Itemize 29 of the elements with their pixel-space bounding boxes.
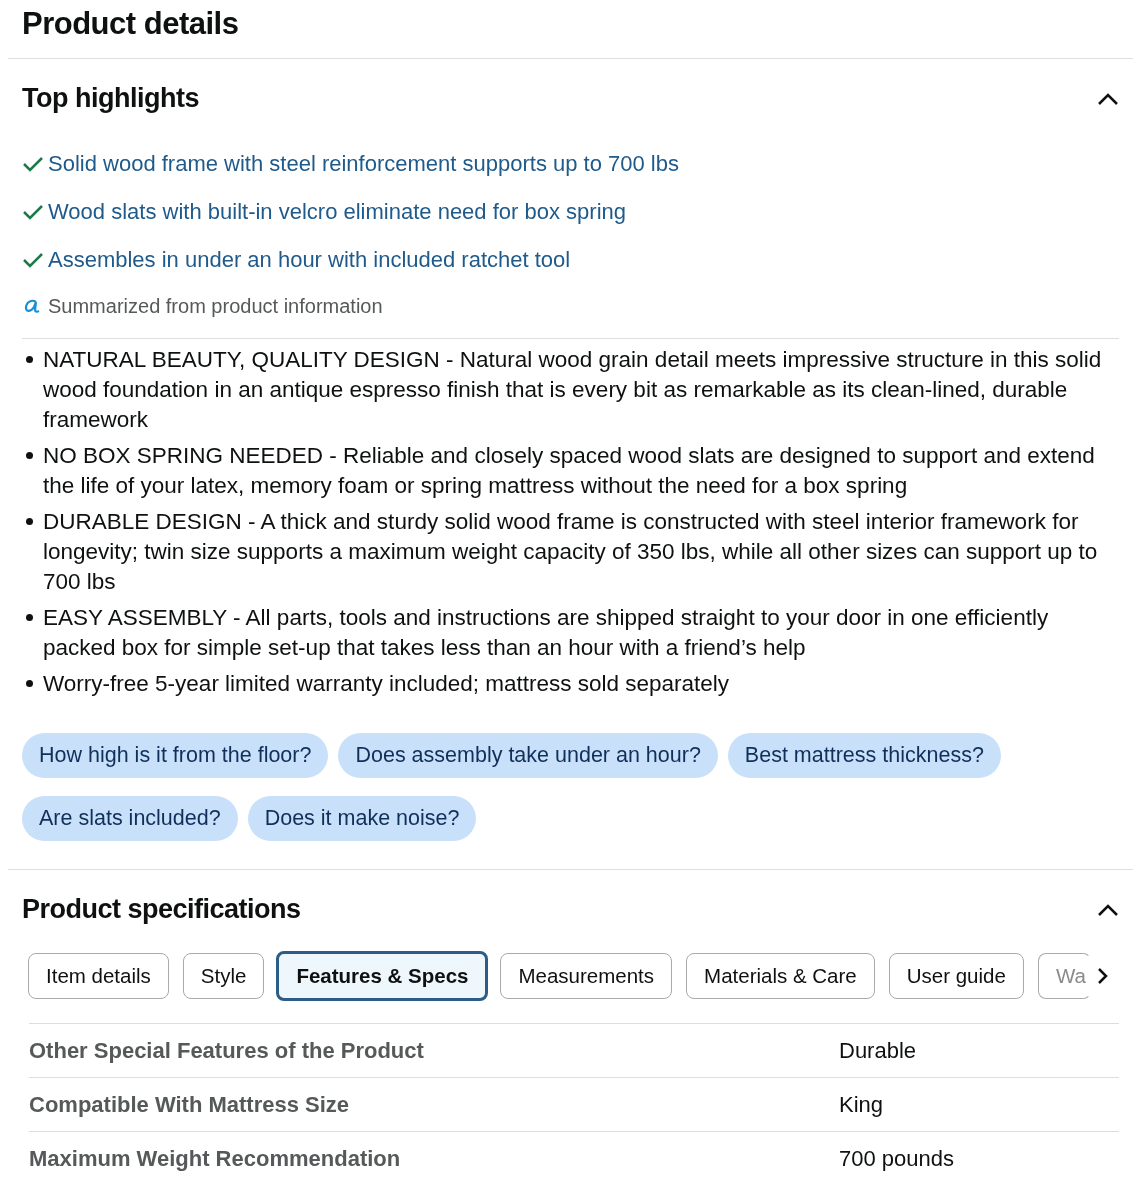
spec-value: 700 pounds [839,1145,955,1172]
spec-tab[interactable]: Materials & Care [686,953,875,999]
highlight-text: Solid wood frame with steel reinforcement supports up to 700 lbs [48,151,679,177]
bullet-text: EASY ASSEMBLY - All parts, tools and instructions are shipped straight to your door in one efficiently packed box for simple set-up that takes less than an hour with a friend’s help [43,604,1050,662]
highlight-text: Assembles in under an hour with included ratchet tool [48,247,571,273]
bullet-text: DURABLE DESIGN - A thick and sturdy solid wood frame is constructed with steel interior framework for longevity; twin size supports a maximum weight capacity of 350 lbs, while all other sizes can support up to 700 lbs [43,508,1099,596]
question-chip[interactable]: Does assembly take under an hour? [338,733,718,778]
bullet-text: Worry-free 5-year limited warranty included; mattress sold separately [43,670,730,698]
spec-name: Compatible With Mattress Size [29,1091,351,1118]
spec-tab[interactable]: Measurements [500,953,673,999]
question-chip[interactable]: Does it make noise? [247,796,477,841]
spec-value: Durable [839,1037,918,1064]
bullet-text: NO BOX SPRING NEEDED - Reliable and closely spaced wood slats are designed to support and extend the life of your latex, memory foam or spring mattress without the need for a box spring [43,442,1096,500]
section-heading: Top highlights [22,83,199,114]
spec-value: King [839,1091,885,1118]
spec-name: Maximum Weight Recommendation [29,1145,402,1172]
bullet-text: NATURAL BEAUTY, QUALITY DESIGN - Natural wood grain detail meets impressive structure in this solid wood foundation in an antique espresso finish that is every bit as remarkable as its clean-lined, durable framework [43,346,1103,434]
spec-tab[interactable]: Item details [28,953,169,999]
highlight-text: Wood slats with built-in velcro eliminate need for box spring [48,199,626,225]
page-title: Product details [21,5,240,43]
spec-tab[interactable]: Features & Specs [276,951,489,1001]
spec-name: Other Special Features of the Product [29,1037,425,1064]
section-heading: Product specifications [22,894,301,925]
question-chip[interactable]: Best mattress thickness? [727,733,1001,778]
spec-tab[interactable]: User guide [888,953,1024,999]
summary-note: Summarized from product information [48,294,383,318]
spec-tab[interactable]: Style [182,953,265,999]
question-chip[interactable]: Are slats included? [22,796,238,841]
question-chip[interactable]: How high is it from the floor? [22,733,329,778]
